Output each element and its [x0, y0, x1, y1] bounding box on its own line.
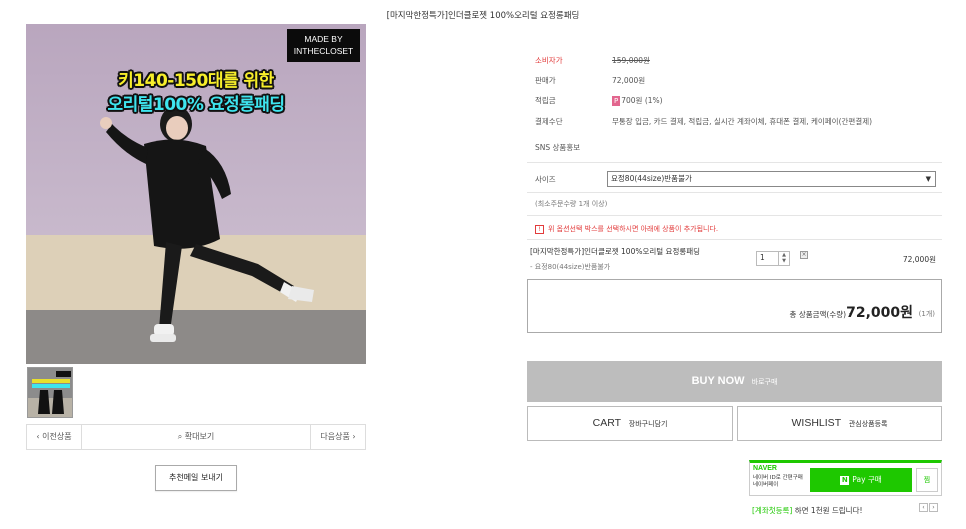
quantity-arrows[interactable]: ▲ ▼ [778, 252, 789, 265]
naver-zzim-button[interactable]: 찜 [916, 468, 938, 492]
total-count: (1개) [918, 310, 935, 318]
product-thumbnail[interactable] [27, 367, 73, 418]
naver-pay-button[interactable]: N Pay 구매 [810, 468, 912, 492]
consumer-price-row: 소비자가 159,000원 [535, 55, 650, 66]
naver-n-icon: N [840, 475, 850, 485]
size-label: 사이즈 [535, 175, 556, 184]
recommend-mail-button[interactable]: 추천메일 보내기 [155, 465, 237, 491]
selected-item-name: [마지막한정특가]인더클로젯 100%오리털 요정롱패딩 [530, 247, 701, 256]
made-by-badge: MADE BY INTHECLOSET [287, 29, 360, 62]
product-main-image[interactable]: MADE BY INTHECLOSET 키140-150대를 위한 오리털100… [26, 24, 366, 364]
page-title: [마지막한정특가]인더클로젯 100%오리털 요정롱패딩 [386, 11, 580, 21]
points-row: 적립금 P 700원 (1%) [535, 95, 663, 106]
total-amount: 72,000원 [846, 305, 913, 321]
thumbnail-image [28, 368, 72, 417]
next-product-link[interactable]: 다음상품 › [310, 425, 365, 449]
image-navigation: ‹ 이전상품 ⌕ 확대보기 다음상품 › [26, 424, 366, 450]
divider [527, 215, 942, 216]
consumer-price-label: 소비자가 [535, 56, 563, 65]
made-by-line1: MADE BY [304, 34, 343, 44]
sale-price-label: 판매가 [535, 76, 556, 85]
quantity-down-icon[interactable]: ▼ [779, 258, 789, 264]
payment-row: 결제수단 무통장 입금, 카드 결제, 적립금, 실시간 계좌이체, 휴대폰 결… [535, 116, 872, 127]
add-to-cart-button[interactable]: CART 장바구니담기 [527, 406, 733, 441]
chevron-down-icon: ▼ [925, 175, 931, 183]
made-by-line2: INTHECLOSET [293, 46, 354, 56]
wishlist-label: WISHLIST [791, 417, 841, 429]
divider [527, 162, 942, 163]
naver-pay-widget: NAVER 네이버 ID로 간편구매 네이버페이 N Pay 구매 찜 [749, 460, 942, 496]
cart-label: CART [592, 417, 621, 429]
buy-now-label: BUY NOW [691, 375, 745, 387]
divider [527, 239, 942, 240]
size-select[interactable]: 요정80(44size)반품불가 ▼ [607, 171, 936, 187]
points-badge-icon: P [612, 96, 621, 106]
prev-product-link[interactable]: ‹ 이전상품 [27, 425, 82, 449]
divider [527, 192, 942, 193]
magnifier-icon: ⌕ [177, 432, 183, 441]
naver-pay-promo[interactable]: [계좌첫등록] 하면 1천원 드립니다! [752, 505, 863, 516]
naver-pay-desc-1: 네이버 ID로 간편구매 [753, 475, 803, 481]
naver-pay-desc-2: 네이버페이 [753, 482, 779, 488]
buy-now-sublabel: 바로구매 [751, 378, 778, 386]
zoom-label: 확대보기 [184, 432, 215, 441]
points-label: 적립금 [535, 96, 556, 105]
chevron-right-icon[interactable]: › [929, 503, 938, 512]
naver-pay-promo-text: 하면 1천원 드립니다! [792, 506, 863, 515]
zoom-button[interactable]: ⌕ 확대보기 [82, 425, 310, 449]
image-headline-2: 오리털100% 요정롱패딩 [107, 95, 285, 115]
wishlist-sublabel: 관심상품등록 [848, 420, 888, 428]
payment-value: 무통장 입금, 카드 결제, 적립금, 실시간 계좌이체, 휴대폰 결제, 케이… [612, 117, 873, 126]
naver-pay-description: 네이버 ID로 간편구매 네이버페이 [753, 475, 803, 489]
points-value: 700원 (1%) [621, 96, 663, 105]
cart-sublabel: 장바구니담기 [628, 420, 668, 428]
sns-label[interactable]: SNS 상품홍보 [535, 143, 580, 152]
option-warning-text: 위 옵션선택 박스를 선택하시면 아래에 상품이 추가됩니다. [548, 225, 719, 233]
remove-item-icon[interactable]: × [800, 251, 808, 259]
naver-pay-promo-highlight: [계좌첫등록] [752, 506, 793, 515]
quantity-value: 1 [760, 253, 765, 262]
warning-icon: ! [535, 224, 544, 234]
total-label: 총 상품금액(수량) : [789, 310, 851, 319]
buy-now-button[interactable]: BUY NOW 바로구매 [527, 361, 942, 402]
naver-logo: NAVER [753, 465, 777, 472]
chevron-left-icon[interactable]: ‹ [919, 503, 928, 512]
total-box: 총 상품금액(수량) : 72,000원 (1개) [527, 279, 942, 333]
option-warning: ! 위 옵션선택 박스를 선택하시면 아래에 상품이 추가됩니다. [535, 224, 718, 234]
naver-pay-label: Pay 구매 [852, 475, 882, 484]
sale-price-value: 72,000원 [612, 76, 646, 85]
min-quantity-note: (최소주문수량 1개 이상) [535, 200, 608, 208]
promo-pager: ‹ › [918, 503, 938, 512]
size-selected-value: 요정80(44size)반품불가 [611, 174, 692, 183]
sns-row: SNS 상품홍보 [535, 142, 580, 153]
wishlist-button[interactable]: WISHLIST 관심상품등록 [737, 406, 942, 441]
payment-label: 결제수단 [535, 117, 563, 126]
selected-item-option: - 요정80(44size)반품불가 [530, 263, 611, 271]
consumer-price-value: 159,000원 [612, 56, 650, 65]
image-headline-1: 키140-150대를 위한 [118, 71, 274, 91]
sale-price-row: 판매가 72,000원 [535, 75, 645, 86]
quantity-stepper[interactable]: 1 ▲ ▼ [756, 251, 790, 266]
selected-item-price: 72,000원 [902, 255, 936, 264]
